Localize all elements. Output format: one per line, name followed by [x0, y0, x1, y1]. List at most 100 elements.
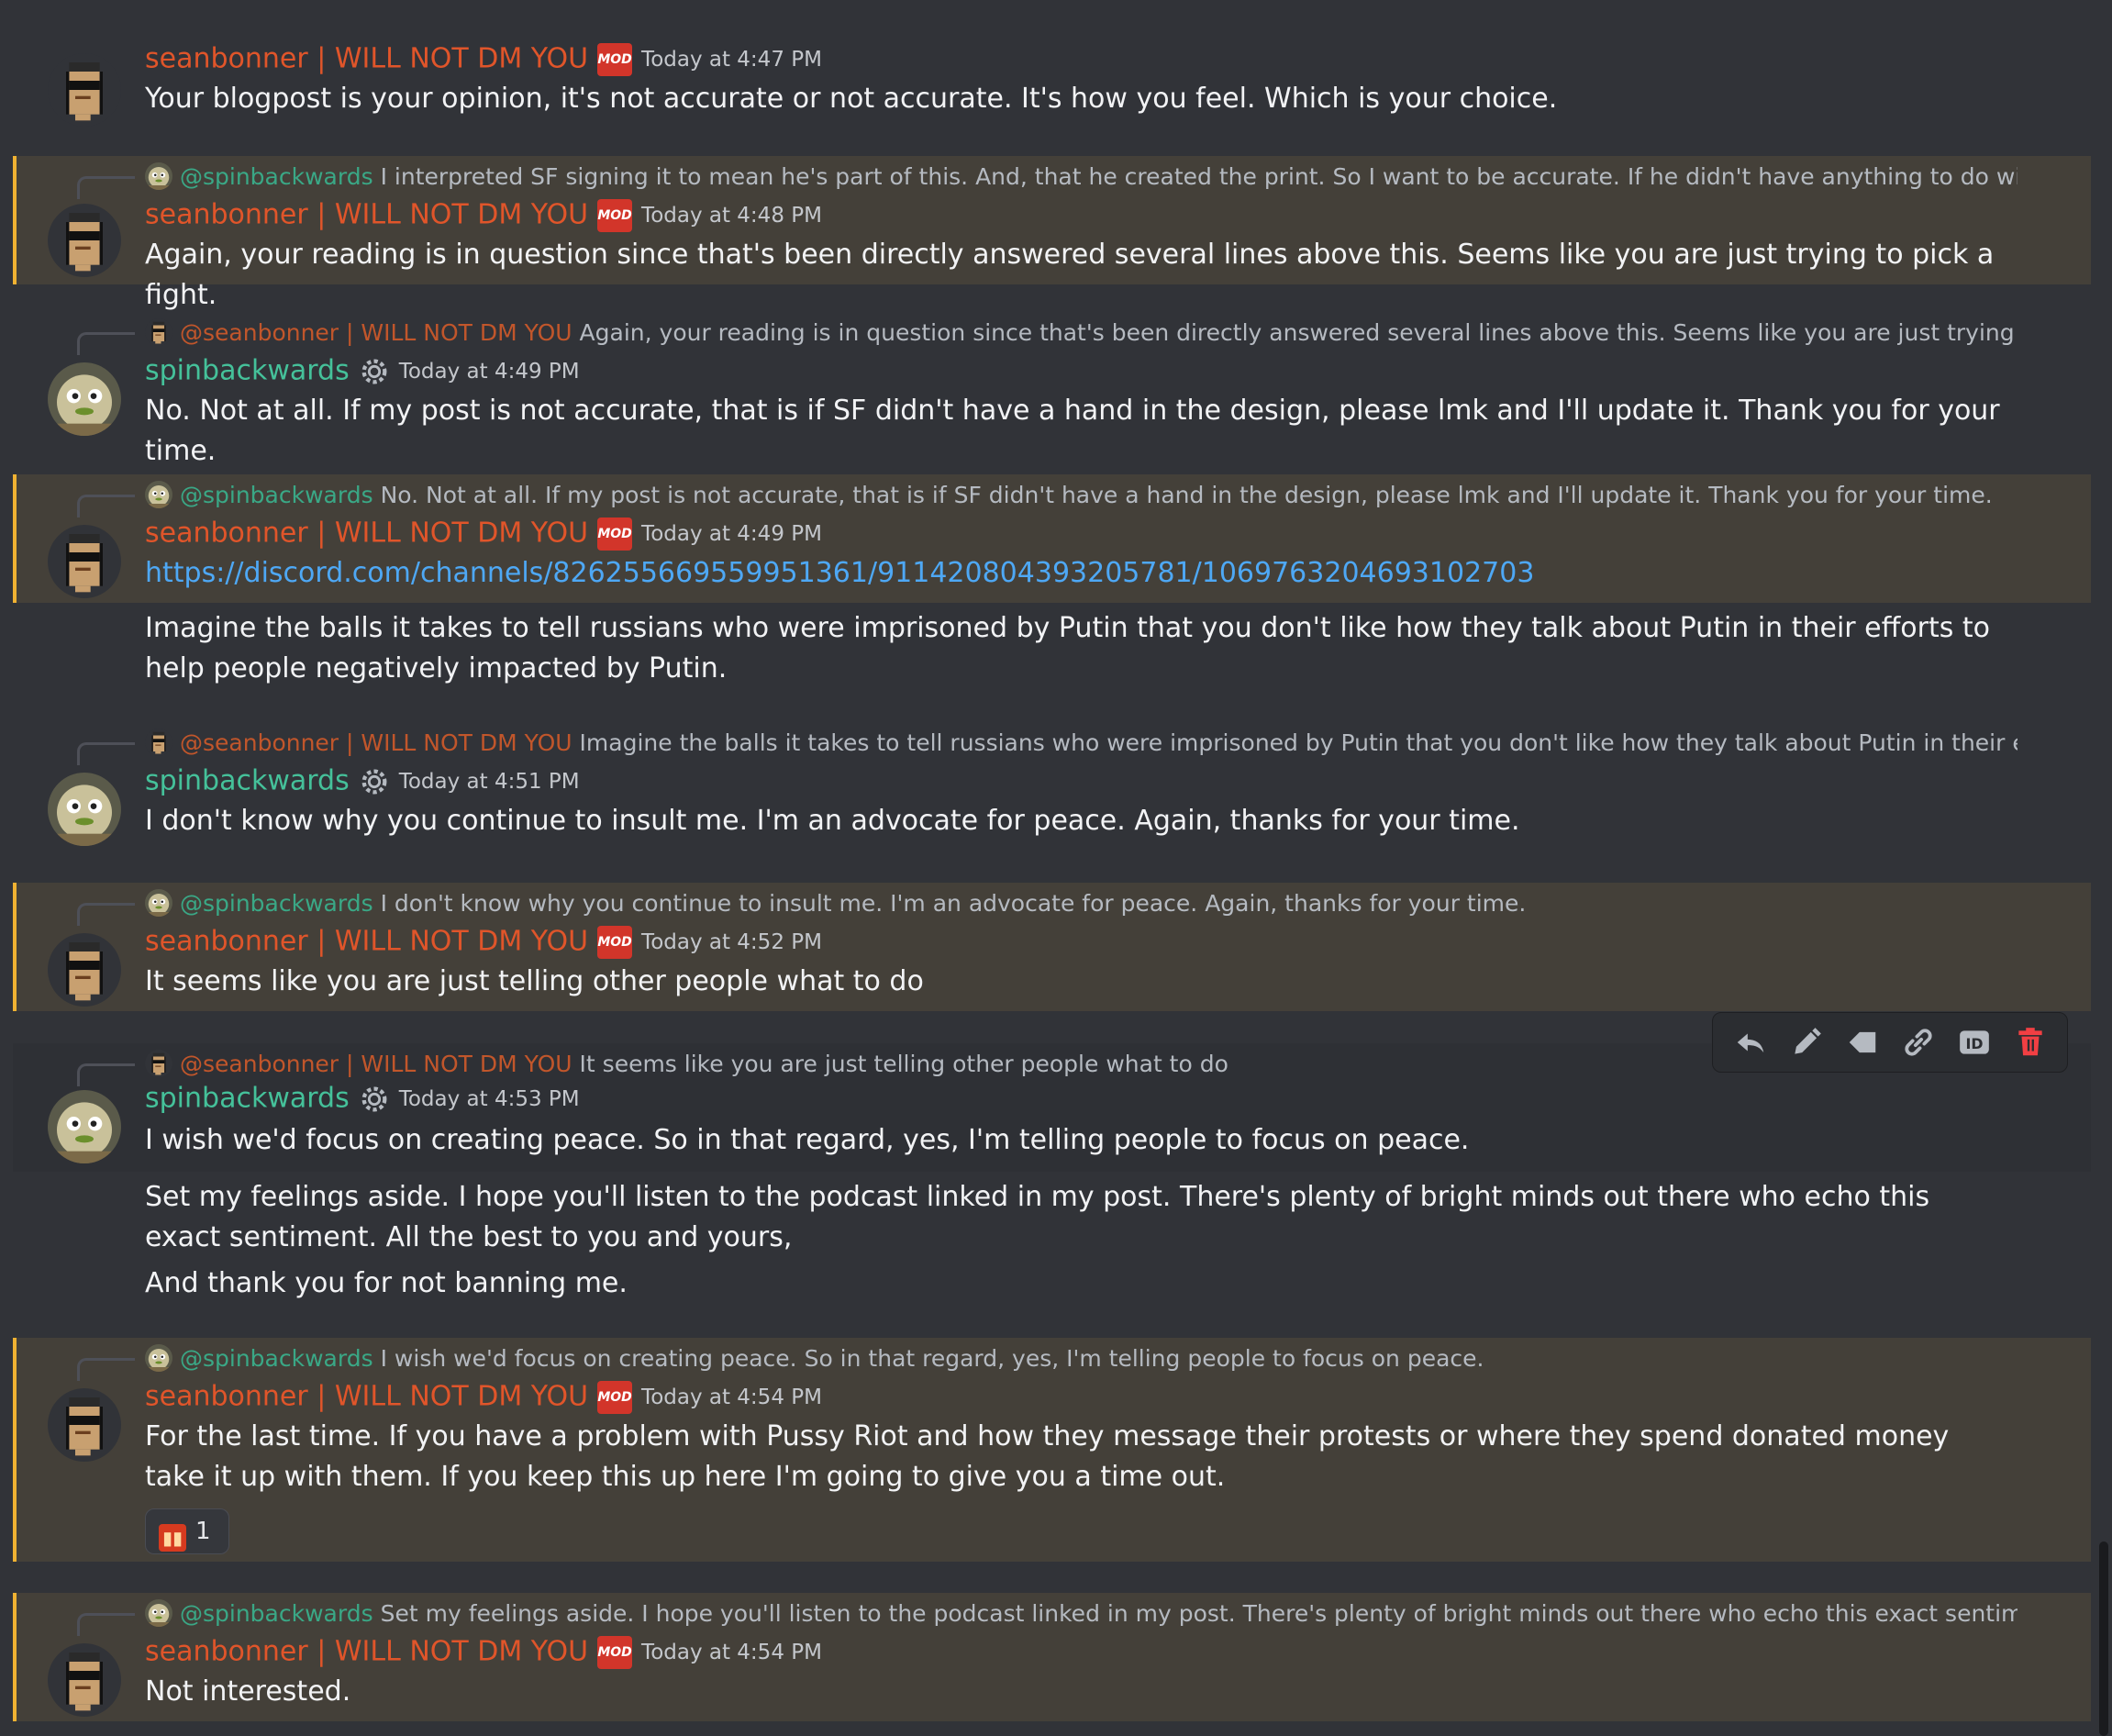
reaction-button[interactable]: ▮▮ 1 [145, 1508, 229, 1554]
reply-text: Set my feelings aside. I hope you'll lis… [380, 1600, 2018, 1627]
reply-mention[interactable]: @spinbackwards [180, 1600, 373, 1627]
username[interactable]: spinbackwards [145, 765, 350, 797]
timestamp[interactable]: Today at 4:51 PM [399, 770, 580, 794]
avatar[interactable] [48, 773, 121, 846]
message-link[interactable]: https://discord.com/channels/82625566955… [145, 553, 2008, 594]
message[interactable]: @seanbonner | WILL NOT DM YOU Imagine the… [13, 722, 2091, 860]
pepe-avatar-icon [145, 481, 172, 508]
avatar[interactable] [48, 1643, 121, 1717]
reply-avatar [145, 729, 172, 756]
reply-preview[interactable]: @spinbackwards I wish we'd focus on creat… [145, 1343, 2018, 1374]
message-text: No. Not at all. If my post is not accura… [145, 395, 2000, 467]
username[interactable]: seanbonner | WILL NOT DM YOU [145, 1381, 588, 1413]
reply-button[interactable] [1729, 1020, 1773, 1064]
message-text: Again, your reading is in question since… [145, 239, 1995, 311]
pepe-avatar-icon [145, 889, 172, 917]
reply-avatar [145, 1050, 172, 1077]
reply-connector [77, 742, 135, 765]
pepe-avatar-icon [48, 773, 121, 846]
avatar[interactable] [48, 362, 121, 436]
reply-preview[interactable]: @spinbackwards No. Not at all. If my post… [145, 480, 2018, 511]
username[interactable]: seanbonner | WILL NOT DM YOU [145, 1636, 588, 1668]
message-continuation[interactable]: Set my feelings aside. I hope you'll lis… [13, 1172, 2091, 1263]
reply-preview[interactable]: @spinbackwards Set my feelings aside. I h… [145, 1598, 2018, 1630]
reply-avatar [145, 1344, 172, 1372]
reply-mention[interactable]: @spinbackwards [180, 890, 373, 917]
avatar[interactable] [48, 1090, 121, 1163]
delete-button[interactable] [2008, 1020, 2052, 1064]
scrollbar-thumb[interactable] [2099, 1541, 2108, 1736]
timestamp[interactable]: Today at 4:48 PM [641, 204, 822, 228]
message-text: Your blogpost is your opinion, it's not … [145, 83, 1558, 115]
id-label: ID [1965, 1035, 1983, 1052]
copy-id-button[interactable]: ID [1952, 1020, 1996, 1064]
message-continuation[interactable]: Imagine the balls it takes to tell russi… [13, 603, 2091, 695]
reply-text: I wish we'd focus on creating peace. So … [380, 1345, 1484, 1372]
pepe-avatar-icon [145, 1599, 172, 1627]
copy-link-button[interactable] [1896, 1020, 1940, 1064]
message[interactable]: @seanbonner | WILL NOT DM YOU Again, your… [13, 312, 2091, 467]
reply-mention[interactable]: @spinbackwards [180, 163, 373, 190]
message[interactable]: @spinbackwards I wish we'd focus on creat… [13, 1338, 2091, 1562]
message[interactable]: @spinbackwards I don't know why you conti… [13, 883, 2091, 1011]
message-header: seanbonner | WILL NOT DM YOU MOD Today at … [145, 39, 822, 79]
username[interactable]: seanbonner | WILL NOT DM YOU [145, 43, 588, 75]
pixel-face-icon [48, 933, 121, 1007]
username[interactable]: seanbonner | WILL NOT DM YOU [145, 199, 588, 231]
timestamp[interactable]: Today at 4:47 PM [641, 48, 822, 72]
message[interactable]: @spinbackwards Set my feelings aside. I h… [13, 1593, 2091, 1721]
pixel-face-icon [48, 1643, 121, 1717]
avatar[interactable] [48, 1388, 121, 1462]
reply-text: No. Not at all. If my post is not accura… [380, 482, 1993, 508]
reply-text: It seems like you are just telling other… [579, 1051, 1228, 1077]
message[interactable]: @spinbackwards I interpreted SF signing i… [13, 156, 2091, 311]
pepe-avatar-icon [48, 1090, 121, 1163]
reply-connector [77, 1358, 135, 1381]
timestamp[interactable]: Today at 4:54 PM [641, 1641, 822, 1664]
pixel-face-icon [48, 525, 121, 598]
mod-badge: MOD [597, 1380, 633, 1414]
reply-preview[interactable]: @seanbonner | WILL NOT DM YOU Imagine the… [145, 728, 2018, 759]
reply-preview[interactable]: @seanbonner | WILL NOT DM YOU Again, your… [145, 317, 2018, 349]
reply-mention[interactable]: @seanbonner | WILL NOT DM YOU [180, 729, 572, 756]
reply-avatar [145, 481, 172, 508]
pixel-face-icon [48, 1388, 121, 1462]
reply-text: Imagine the balls it takes to tell russi… [579, 729, 2018, 756]
reply-preview[interactable]: @spinbackwards I don't know why you conti… [145, 888, 2018, 919]
avatar[interactable] [48, 53, 121, 127]
username[interactable]: spinbackwards [145, 1083, 350, 1115]
username[interactable]: seanbonner | WILL NOT DM YOU [145, 517, 588, 550]
timestamp[interactable]: Today at 4:54 PM [641, 1385, 822, 1409]
reply-preview[interactable]: @seanbonner | WILL NOT DM YOU It seems li… [145, 1049, 1577, 1080]
username[interactable]: spinbackwards [145, 355, 350, 387]
delete-icon [2018, 1028, 2042, 1056]
pixel-face-icon [145, 729, 172, 756]
mod-badge: MOD [597, 198, 633, 232]
avatar[interactable] [48, 933, 121, 1007]
message[interactable]: seanbonner | WILL NOT DM YOU MOD Today at … [13, 18, 2091, 156]
reply-preview[interactable]: @spinbackwards I interpreted SF signing i… [145, 161, 2018, 193]
message-text: Imagine the balls it takes to tell russi… [145, 612, 1991, 684]
message[interactable]: @spinbackwards No. Not at all. If my post… [13, 474, 2091, 603]
reply-connector [77, 1613, 135, 1636]
message-text: I don't know why you continue to insult … [145, 805, 1520, 837]
timestamp[interactable]: Today at 4:49 PM [399, 360, 580, 384]
timestamp[interactable]: Today at 4:53 PM [399, 1087, 580, 1111]
message-text: I wish we'd focus on creating peace. So … [145, 1124, 1470, 1156]
timestamp[interactable]: Today at 4:49 PM [641, 522, 822, 546]
id-icon: ID [1959, 1030, 1989, 1054]
message-continuation[interactable]: And thank you for not banning me. [13, 1263, 2091, 1311]
message-text: Not interested. [145, 1675, 351, 1708]
reply-mention[interactable]: @seanbonner | WILL NOT DM YOU [180, 1051, 572, 1077]
reply-mention[interactable]: @spinbackwards [180, 1345, 373, 1372]
avatar[interactable] [48, 525, 121, 598]
reply-mention[interactable]: @spinbackwards [180, 482, 373, 508]
avatar[interactable] [48, 204, 121, 277]
username[interactable]: seanbonner | WILL NOT DM YOU [145, 926, 588, 958]
timestamp[interactable]: Today at 4:52 PM [641, 930, 822, 954]
tag-button[interactable] [1840, 1020, 1884, 1064]
pepe-avatar-icon [145, 1344, 172, 1372]
reply-mention[interactable]: @seanbonner | WILL NOT DM YOU [180, 319, 572, 346]
reply-text: I interpreted SF signing it to mean he's… [380, 163, 2018, 190]
edit-button[interactable] [1784, 1020, 1829, 1064]
